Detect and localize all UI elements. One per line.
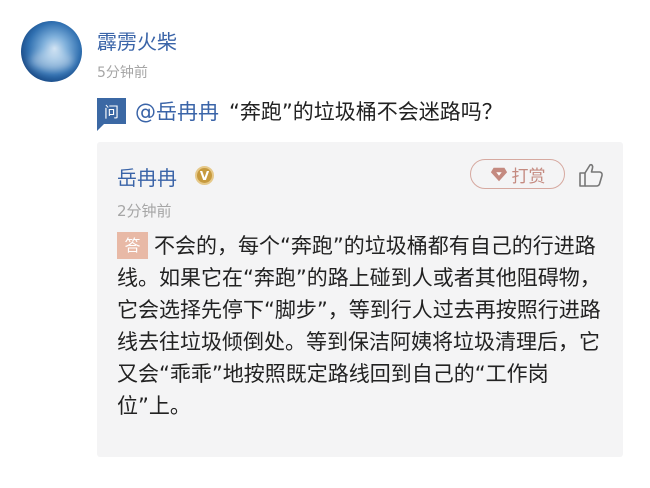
answer-badge: 答 (117, 232, 148, 259)
thumbs-up-icon[interactable] (578, 162, 604, 188)
diamond-icon (490, 167, 507, 182)
answer-body: 答不会的，每个“奔跑”的垃圾桶都有自己的行进路线。如果它在“奔跑”的路上碰到人或… (117, 230, 607, 422)
answer-text: 不会的，每个“奔跑”的垃圾桶都有自己的行进路线。如果它在“奔跑”的路上碰到人或者… (117, 234, 601, 418)
post-username[interactable]: 霹雳火柴 (97, 26, 177, 55)
verified-v-icon: V (195, 166, 214, 185)
user-avatar[interactable] (21, 21, 82, 82)
answer-author[interactable]: 岳冉冉 (117, 162, 177, 191)
reward-label: 打赏 (511, 166, 546, 187)
reward-button[interactable]: 打赏 (470, 159, 565, 189)
post-time: 5分钟前 (97, 65, 148, 81)
question-row: 问 @岳冉冉 “奔跑”的垃圾桶不会迷路吗？ (97, 96, 503, 131)
question-text: “奔跑”的垃圾桶不会迷路吗？ (229, 100, 503, 124)
answer-card: 岳冉冉 V 打赏 2分钟前 答不会的，每个“奔跑”的垃圾桶都有自己的行进路线。如… (97, 142, 623, 457)
question-badge: 问 (97, 98, 126, 131)
answer-time: 2分钟前 (117, 202, 172, 220)
question-mention-link[interactable]: @岳冉冉 (135, 96, 219, 126)
